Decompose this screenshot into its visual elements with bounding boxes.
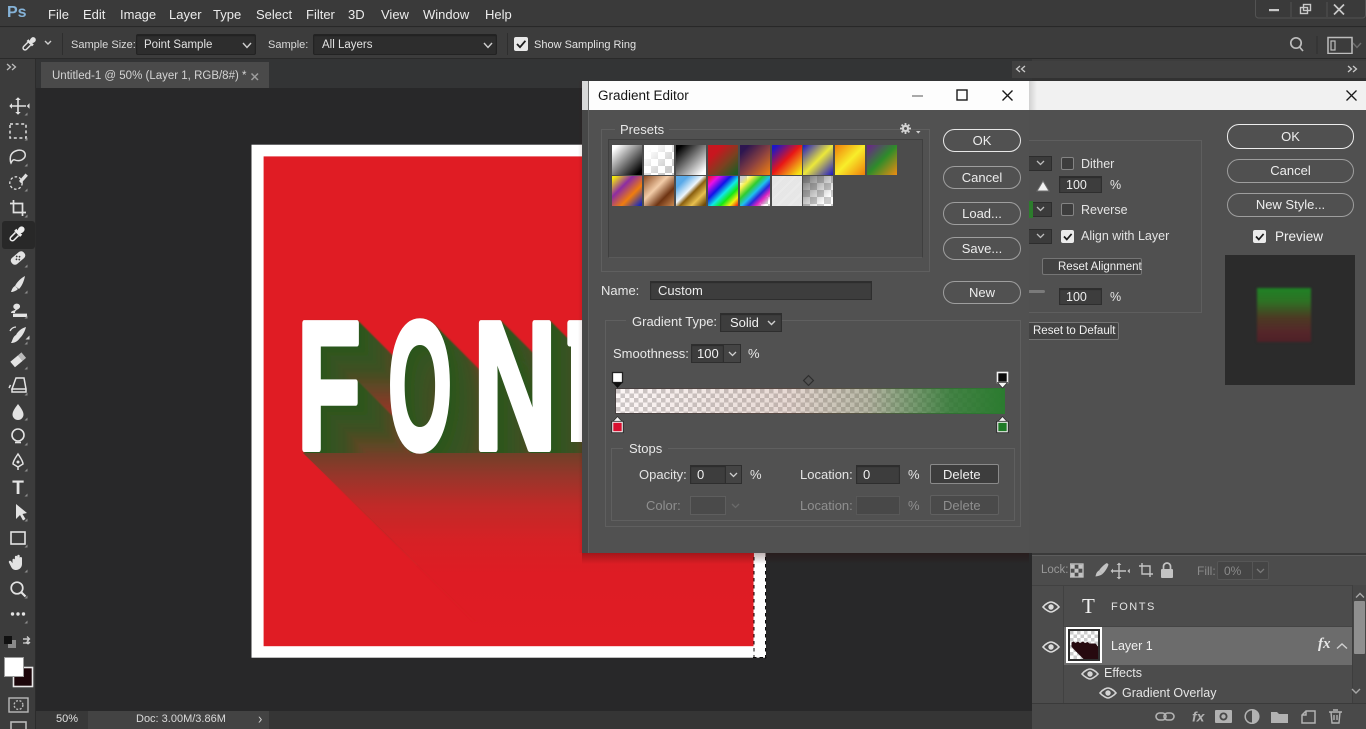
svg-text:T: T — [12, 478, 24, 499]
svg-text:fx: fx — [1192, 709, 1206, 725]
